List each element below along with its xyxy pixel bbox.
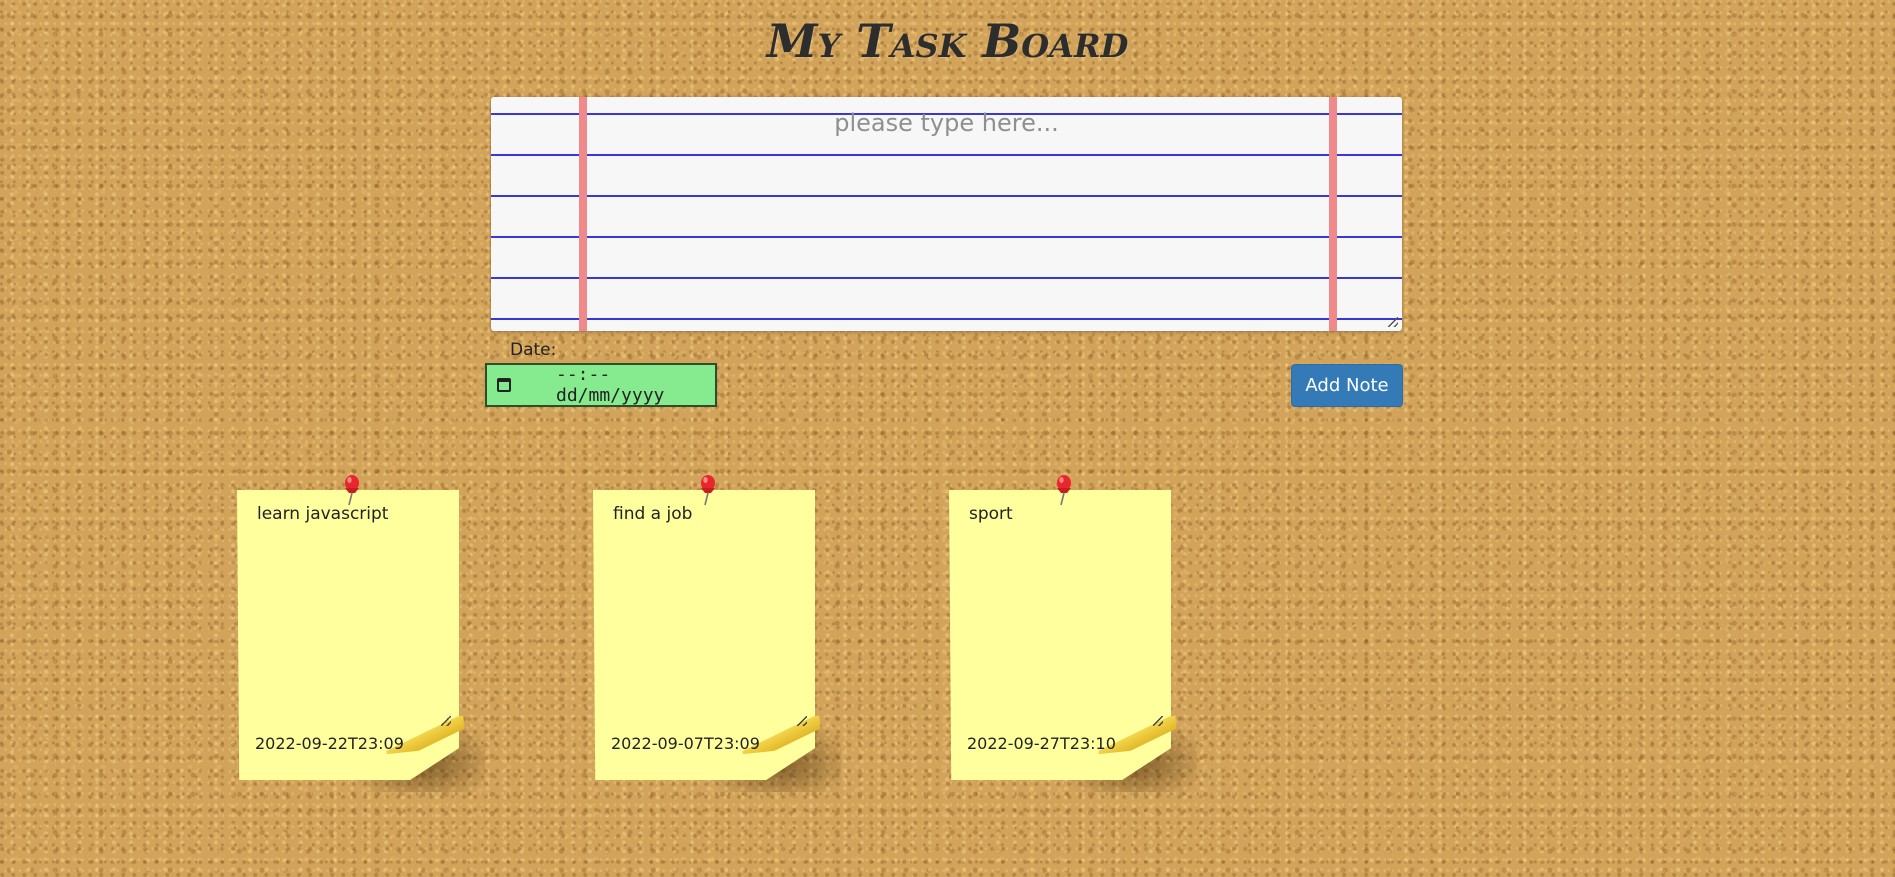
date-input[interactable]: --:-- dd/mm/yyyy [485, 363, 717, 407]
pushpin-icon [1057, 475, 1071, 506]
task-textarea[interactable] [491, 97, 1402, 331]
pushpin-icon [345, 475, 359, 506]
note-text-area-container [491, 97, 1402, 331]
pushpin-icon [701, 475, 715, 506]
calendar-icon[interactable] [497, 378, 511, 392]
note-text: learn javascript [257, 504, 389, 524]
note-text: sport [969, 504, 1013, 524]
page-title: My Task Board [766, 14, 1129, 68]
resize-grip-icon[interactable] [797, 716, 807, 726]
note-date: 2022-09-07T23:09 [611, 734, 760, 753]
sticky-note: find a job 2022-09-07T23:09 [593, 475, 841, 792]
add-note-button[interactable]: Add Note [1291, 364, 1403, 407]
date-label: Date: [510, 340, 557, 360]
note-text: find a job [613, 504, 693, 524]
note-date: 2022-09-22T23:09 [255, 734, 404, 753]
date-input-placeholder: --:-- dd/mm/yyyy [556, 364, 665, 406]
sticky-note: learn javascript 2022-09-22T23:09 [237, 475, 485, 792]
resize-grip-icon[interactable] [1388, 317, 1398, 327]
sticky-note: sport 2022-09-27T23:10 [949, 475, 1197, 792]
note-date: 2022-09-27T23:10 [967, 734, 1116, 753]
resize-grip-icon[interactable] [1153, 716, 1163, 726]
resize-grip-icon[interactable] [441, 716, 451, 726]
